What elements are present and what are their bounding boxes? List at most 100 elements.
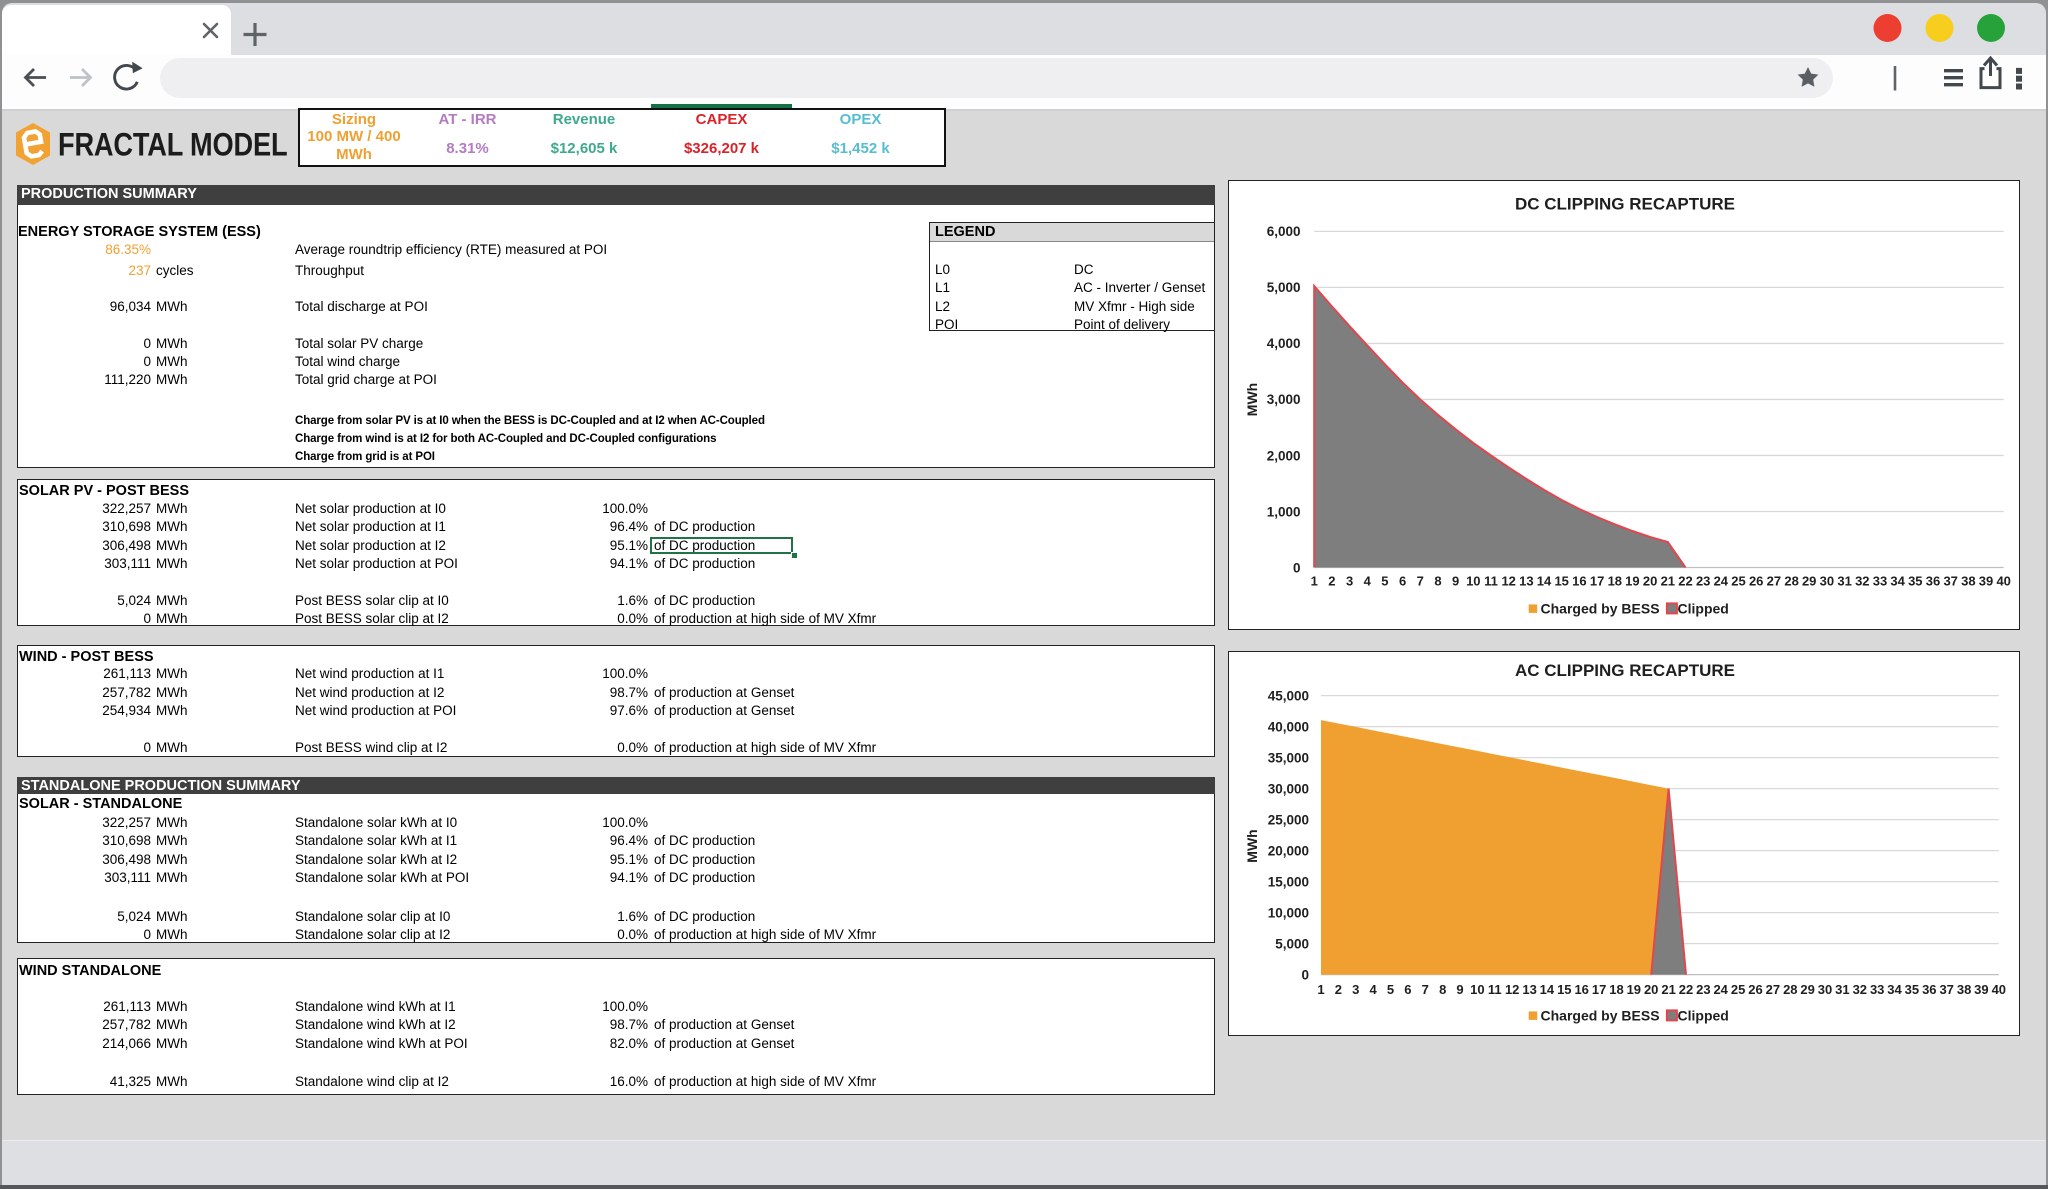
svg-text:4: 4 [1369,982,1377,997]
svg-text:16: 16 [1574,982,1588,997]
svg-text:FRACTAL MODEL: FRACTAL MODEL [58,127,287,163]
svg-text:12: 12 [1501,574,1515,589]
svg-text:8: 8 [1434,574,1441,589]
svg-text:23: 23 [1696,982,1710,997]
svg-text:37: 37 [1943,574,1957,589]
svg-text:30: 30 [1820,574,1834,589]
svg-text:26: 26 [1748,982,1762,997]
svg-text:8: 8 [1439,982,1446,997]
svg-text:19: 19 [1627,982,1641,997]
svg-text:37: 37 [1939,982,1953,997]
svg-text:Charged by BESS: Charged by BESS [1541,601,1660,617]
svg-text:13: 13 [1522,982,1536,997]
svg-text:13: 13 [1519,574,1533,589]
svg-text:36: 36 [1926,574,1940,589]
svg-text:22: 22 [1679,982,1693,997]
svg-text:39: 39 [1979,574,1993,589]
svg-text:31: 31 [1837,574,1851,589]
svg-text:40: 40 [1992,982,2006,997]
svg-text:2: 2 [1335,982,1342,997]
svg-text:35: 35 [1905,982,1919,997]
svg-text:AC CLIPPING RECAPTURE: AC CLIPPING RECAPTURE [1515,661,1735,680]
svg-text:28: 28 [1784,574,1798,589]
svg-text:Clipped: Clipped [1678,601,1729,617]
svg-text:4: 4 [1364,574,1372,589]
svg-text:5,000: 5,000 [1267,280,1301,295]
svg-text:1: 1 [1311,574,1318,589]
svg-text:17: 17 [1592,982,1606,997]
svg-text:20,000: 20,000 [1268,843,1309,858]
svg-text:45,000: 45,000 [1268,688,1309,703]
svg-text:38: 38 [1961,574,1975,589]
svg-text:27: 27 [1767,574,1781,589]
svg-text:9: 9 [1452,574,1459,589]
svg-text:1: 1 [1317,982,1324,997]
svg-text:40: 40 [1996,574,2010,589]
svg-text:20: 20 [1644,982,1658,997]
svg-text:15,000: 15,000 [1268,874,1309,889]
svg-text:MWh: MWh [1244,829,1260,862]
svg-text:3: 3 [1346,574,1353,589]
svg-text:2: 2 [1328,574,1335,589]
svg-text:10: 10 [1466,574,1480,589]
svg-text:38: 38 [1957,982,1971,997]
svg-text:16: 16 [1572,574,1586,589]
svg-text:29: 29 [1802,574,1816,589]
svg-text:1,000: 1,000 [1267,504,1301,519]
svg-text:35: 35 [1908,574,1922,589]
svg-text:7: 7 [1417,574,1424,589]
svg-text:6: 6 [1404,982,1411,997]
svg-text:Clipped: Clipped [1678,1008,1729,1024]
svg-text:25: 25 [1731,982,1745,997]
svg-text:4,000: 4,000 [1267,336,1301,351]
svg-text:28: 28 [1783,982,1797,997]
svg-text:11: 11 [1488,982,1502,997]
svg-text:0: 0 [1301,967,1309,982]
svg-text:18: 18 [1608,574,1622,589]
svg-text:3: 3 [1352,982,1359,997]
svg-text:24: 24 [1713,982,1728,997]
svg-text:31: 31 [1835,982,1849,997]
svg-text:5: 5 [1381,574,1388,589]
svg-text:25,000: 25,000 [1268,812,1309,827]
svg-text:21: 21 [1661,574,1675,589]
svg-text:0: 0 [1293,560,1301,575]
svg-text:30: 30 [1818,982,1832,997]
svg-text:9: 9 [1456,982,1463,997]
svg-text:25: 25 [1731,574,1745,589]
svg-text:5: 5 [1387,982,1394,997]
svg-text:24: 24 [1714,574,1729,589]
svg-text:26: 26 [1749,574,1763,589]
svg-text:15: 15 [1554,574,1568,589]
svg-text:20: 20 [1643,574,1657,589]
svg-text:DC CLIPPING RECAPTURE: DC CLIPPING RECAPTURE [1515,195,1735,214]
svg-text:3,000: 3,000 [1267,392,1301,407]
svg-text:36: 36 [1922,982,1936,997]
svg-text:5,000: 5,000 [1275,936,1309,951]
svg-text:11: 11 [1484,574,1498,589]
svg-text:35,000: 35,000 [1268,750,1309,765]
svg-text:2,000: 2,000 [1267,448,1301,463]
svg-text:MWh: MWh [1244,383,1260,416]
svg-text:7: 7 [1422,982,1429,997]
svg-text:21: 21 [1661,982,1675,997]
svg-text:34: 34 [1887,982,1902,997]
svg-text:14: 14 [1540,982,1555,997]
svg-text:39: 39 [1974,982,1988,997]
svg-text:23: 23 [1696,574,1710,589]
svg-text:19: 19 [1625,574,1639,589]
svg-text:34: 34 [1890,574,1905,589]
svg-text:10: 10 [1470,982,1484,997]
svg-text:10,000: 10,000 [1268,905,1309,920]
svg-text:18: 18 [1609,982,1623,997]
svg-text:14: 14 [1537,574,1552,589]
svg-text:12: 12 [1505,982,1519,997]
svg-text:40,000: 40,000 [1268,719,1309,734]
svg-text:30,000: 30,000 [1268,781,1309,796]
svg-text:27: 27 [1766,982,1780,997]
svg-text:33: 33 [1873,574,1887,589]
svg-text:6: 6 [1399,574,1406,589]
svg-text:Charged by BESS: Charged by BESS [1541,1008,1660,1024]
svg-text:32: 32 [1853,982,1867,997]
svg-text:33: 33 [1870,982,1884,997]
